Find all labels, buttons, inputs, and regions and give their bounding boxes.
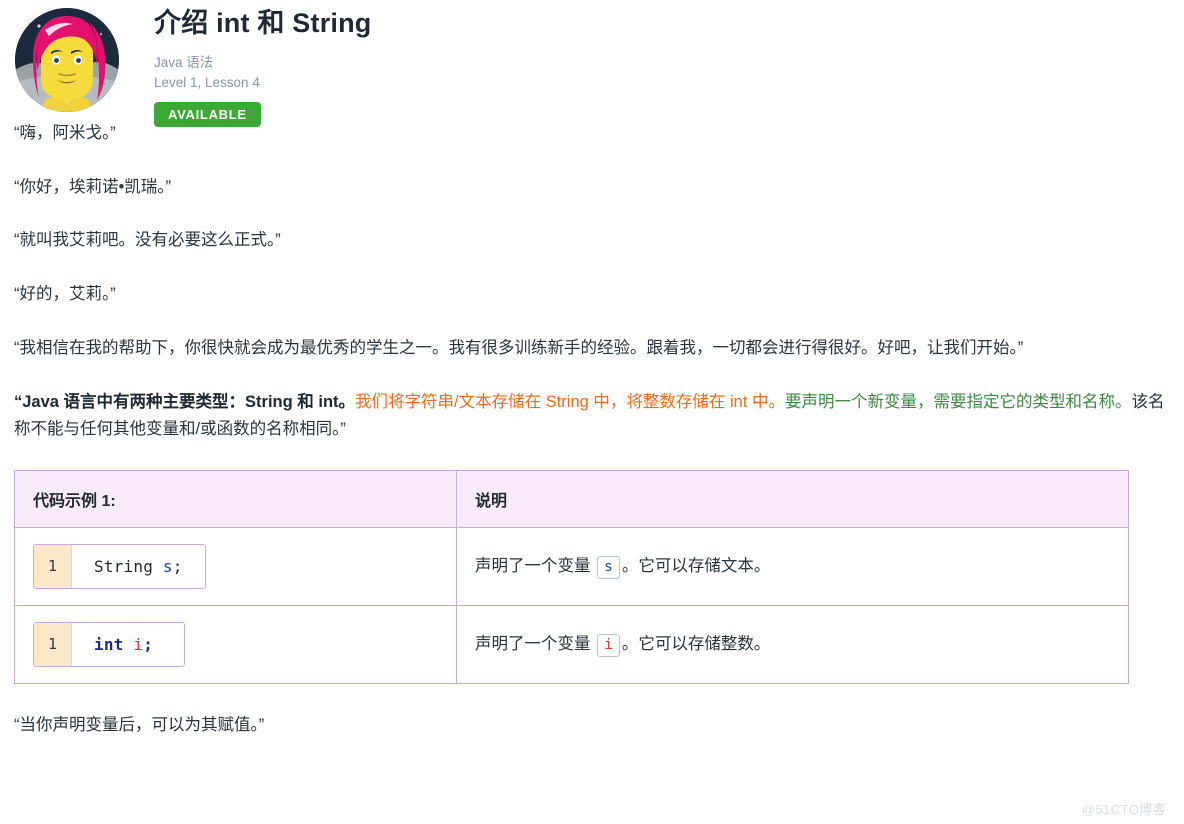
avatar [15, 8, 119, 112]
lesson-header-text: 介绍 int 和 String Java 语法 Level 1, Lesson … [122, 6, 372, 128]
description-before: 声明了一个变量 [475, 635, 591, 654]
dialogue-line: “就叫我艾莉吧。没有必要这么正式。” [14, 231, 281, 250]
types-paragraph-green: 要声明一个新变量，需要指定它的类型和名称。 [784, 392, 1132, 411]
line-number: 1 [34, 623, 73, 667]
code-examples-table: 代码示例 1: 说明 1 String s; 声明了一个变量 s 。它可以存储文本… [14, 470, 1129, 685]
code-text: String s; [72, 545, 205, 588]
closing-paragraph: “当你声明变量后，可以为其赋值。” [14, 716, 265, 735]
description-cell: 声明了一个变量 s 。它可以存储文本。 [456, 527, 1129, 607]
lesson-content: “嗨，阿米戈。” “你好，埃莉诺•凯瑞。” “就叫我艾莉吧。没有必要这么正式。”… [0, 120, 1184, 444]
lesson-meta: Java 语法 Level 1, Lesson 4 [154, 53, 371, 92]
description-before: 声明了一个变量 [475, 557, 591, 576]
closing-section: “当你声明变量后，可以为其赋值。” [0, 712, 1184, 740]
description-after: 。它可以存储文本。 [621, 557, 771, 576]
code-token-variable: i [133, 635, 144, 655]
level-lesson: Level 1, Lesson 4 [154, 74, 260, 90]
watermark: @51CTO博客 [1081, 802, 1166, 817]
line-number: 1 [34, 545, 73, 589]
table-header-description: 说明 [456, 470, 1129, 529]
inline-code-chip: s [597, 556, 620, 580]
code-snippet: 1 String s; [33, 544, 206, 590]
page-title: 介绍 int 和 String [154, 8, 372, 38]
code-token-type: String [94, 557, 154, 577]
dialogue-line: “我相信在我的帮助下，你很快就会成为最优秀的学生之一。我有很多训练新手的经验。跟… [14, 338, 1024, 357]
table-header-code: 代码示例 1: [14, 470, 457, 529]
code-snippet: 1 int i; [33, 622, 185, 668]
code-token-keyword: int [94, 635, 124, 655]
code-text: int i; [72, 623, 175, 666]
types-paragraph: “Java 语言中有两种主要类型：String 和 int。我们将字符串/文本存… [14, 389, 1170, 444]
dialogue-line: “好的，艾莉。” [14, 285, 116, 304]
code-token-semicolon: ; [172, 557, 183, 577]
code-cell: 1 String s; [14, 527, 457, 607]
lesson-header: 介绍 int 和 String Java 语法 Level 1, Lesson … [0, 0, 1184, 128]
description-after: 。它可以存储整数。 [621, 635, 771, 654]
avatar-container [12, 6, 122, 112]
types-paragraph-bold: “Java 语言中有两种主要类型：String 和 int。 [14, 392, 356, 411]
table-header-row: 代码示例 1: 说明 [14, 470, 1129, 529]
table-row: 1 int i; 声明了一个变量 i 。它可以存储整数。 [14, 605, 1129, 685]
course-name: Java 语法 [154, 55, 214, 71]
description-cell: 声明了一个变量 i 。它可以存储整数。 [456, 605, 1129, 685]
code-token-variable: s [162, 557, 173, 577]
status-badge: AVAILABLE [154, 102, 261, 128]
types-paragraph-orange: 我们将字符串/文本存储在 String 中，将整数存储在 int 中。 [355, 392, 785, 411]
code-token-semicolon: ; [143, 635, 154, 655]
table-row: 1 String s; 声明了一个变量 s 。它可以存储文本。 [14, 527, 1129, 607]
inline-code-chip: i [597, 634, 620, 658]
dialogue-line: “你好，埃莉诺•凯瑞。” [14, 177, 172, 196]
code-cell: 1 int i; [14, 605, 457, 685]
lesson-page: 介绍 int 和 String Java 语法 Level 1, Lesson … [0, 0, 1184, 824]
